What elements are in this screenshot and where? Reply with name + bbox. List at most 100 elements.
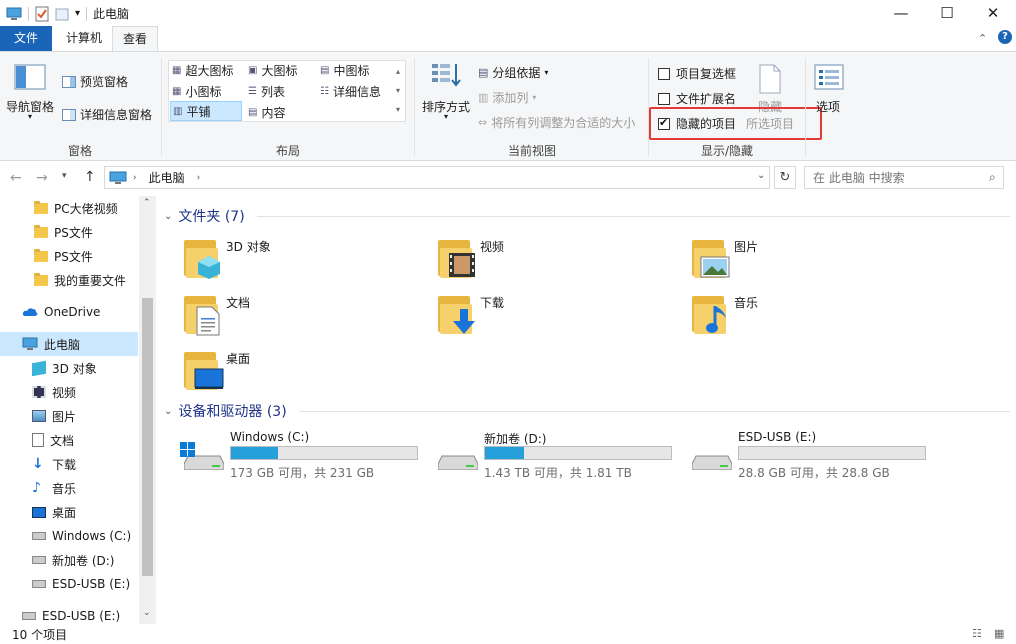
maximize-button[interactable]: ☐ xyxy=(924,0,970,26)
refresh-icon[interactable]: ↻ xyxy=(774,166,796,189)
drive-capacity: 1.43 TB 可用，共 1.81 TB xyxy=(484,466,632,480)
add-columns-button[interactable]: ▥ 添加列 ▾ xyxy=(478,89,536,106)
scroll-down-icon[interactable]: ⌄ xyxy=(143,608,151,618)
nav-scrollbar[interactable]: ⌃ ⌄ xyxy=(139,196,156,624)
scroll-up-icon[interactable]: ⌃ xyxy=(143,198,151,208)
large-icons-view-icon[interactable]: ▦ xyxy=(994,627,1004,640)
layout-content[interactable]: ▤ 内容 xyxy=(248,104,285,121)
nav-item[interactable]: Windows (C:) xyxy=(0,524,138,548)
pc-icon[interactable] xyxy=(6,7,22,21)
header-divider xyxy=(256,215,1010,217)
folder-tile[interactable]: 下载 xyxy=(434,290,674,342)
folder-tile[interactable]: 文档 xyxy=(180,290,420,342)
layout-list[interactable]: ☰ 列表 xyxy=(248,83,285,100)
options-label[interactable]: 选项 xyxy=(816,98,840,115)
file-extensions-checkbox[interactable] xyxy=(658,92,670,105)
options-icon xyxy=(814,64,844,90)
nav-item[interactable]: 视频 xyxy=(0,380,138,404)
item-checkboxes-option[interactable]: 项目复选框 xyxy=(658,65,736,82)
chevron-down-icon[interactable]: ▾ xyxy=(28,112,32,121)
recent-locations-icon[interactable]: ▾ xyxy=(62,171,67,181)
search-input[interactable] xyxy=(813,170,983,185)
tab-computer[interactable]: 计算机 xyxy=(56,26,112,51)
collapse-chevron-icon[interactable]: ⌄ xyxy=(164,406,172,417)
drive-tile[interactable]: ESD-USB (E:) 28.8 GB 可用，共 28.8 GB xyxy=(688,430,938,482)
chevron-down-icon[interactable]: ▾ xyxy=(444,112,448,121)
search-box[interactable]: ⌕ xyxy=(804,166,1004,189)
tab-view[interactable]: 查看 xyxy=(112,25,159,52)
layout-details[interactable]: ☷ 详细信息 xyxy=(320,83,381,100)
preview-pane-button[interactable]: 预览窗格 xyxy=(62,73,128,90)
folder-icon xyxy=(34,248,48,262)
nav-item-label: PS文件 xyxy=(54,225,93,240)
download-icon xyxy=(453,309,475,334)
chevron-right-icon[interactable]: › xyxy=(133,173,137,183)
folder-tile[interactable]: 视频 xyxy=(434,234,674,286)
collapse-ribbon-icon[interactable]: ⌃ xyxy=(978,32,987,45)
size-columns-button[interactable]: ⇔ 将所有列调整为合适的大小 xyxy=(478,114,635,131)
nav-item-this-pc[interactable]: 此电脑 xyxy=(0,332,138,356)
tiles-icon: ▥ xyxy=(173,105,183,117)
tab-file[interactable]: 文件 xyxy=(0,26,52,51)
scrollbar-thumb[interactable] xyxy=(142,298,153,576)
breadcrumb-this-pc[interactable]: 此电脑 xyxy=(149,169,185,186)
layout-tiles[interactable]: ▥ 平铺 xyxy=(170,101,242,121)
sort-by-button[interactable] xyxy=(430,62,462,95)
details-view-icon[interactable]: ☷ xyxy=(972,627,982,640)
item-checkboxes-checkbox[interactable] xyxy=(658,67,670,80)
minimize-button[interactable]: — xyxy=(878,0,924,26)
folder-tile[interactable]: 音乐 xyxy=(688,290,928,342)
close-button[interactable]: ✕ xyxy=(970,0,1016,26)
address-bar[interactable]: › 此电脑 › ⌄ xyxy=(104,166,770,189)
hide-selected-button[interactable] xyxy=(758,64,782,97)
folder-tile[interactable]: 桌面 xyxy=(180,346,420,398)
file-extensions-option[interactable]: 文件扩展名 xyxy=(658,90,736,107)
nav-pane-icon xyxy=(14,64,46,90)
group-by-button[interactable]: ▤ 分组依据 ▾ xyxy=(478,64,548,81)
layout-large-icons[interactable]: ▣ 大图标 xyxy=(248,62,297,79)
nav-item[interactable]: 我的重要文件 xyxy=(0,268,138,292)
folder-tile[interactable]: 图片 xyxy=(688,234,928,286)
nav-pane-button[interactable] xyxy=(14,64,46,95)
nav-item[interactable]: 新加卷 (D:) xyxy=(0,548,138,572)
content-icon: ▤ xyxy=(248,107,258,118)
properties-icon[interactable] xyxy=(35,6,49,22)
nav-item[interactable]: PS文件 xyxy=(0,244,138,268)
address-dropdown-icon[interactable]: ⌄ xyxy=(757,170,765,181)
nav-item-label: PS文件 xyxy=(54,249,93,264)
details-pane-button[interactable]: 详细信息窗格 xyxy=(62,106,152,123)
nav-item[interactable]: 文档 xyxy=(0,428,138,452)
customize-toolbar-icon[interactable]: ▾ xyxy=(75,8,80,19)
help-icon[interactable]: ? xyxy=(998,30,1012,44)
layout-scroll-arrows[interactable]: ▴ ▾ ▾ xyxy=(396,62,406,119)
up-arrow-icon[interactable]: ↑ xyxy=(84,169,96,185)
layout-small-icons[interactable]: ▦ 小图标 xyxy=(172,83,221,100)
drive-tile[interactable]: Windows (C:) 173 GB 可用，共 231 GB xyxy=(180,430,430,482)
folders-group-header[interactable]: ⌄ 文件夹 (7) xyxy=(164,206,1010,226)
collapse-chevron-icon[interactable]: ⌄ xyxy=(164,211,172,222)
desktop-icon xyxy=(194,368,224,389)
nav-item[interactable]: PC大佬视频 xyxy=(0,196,138,220)
nav-item[interactable]: ESD-USB (E:) xyxy=(0,572,138,596)
large-icons-icon: ▣ xyxy=(248,65,258,76)
nav-item[interactable]: PS文件 xyxy=(0,220,138,244)
hide-selected-icon xyxy=(759,64,781,94)
new-folder-icon[interactable] xyxy=(55,6,69,22)
nav-item[interactable]: 图片 xyxy=(0,404,138,428)
back-arrow-icon[interactable]: ← xyxy=(10,170,22,186)
nav-item[interactable]: ♪ 音乐 xyxy=(0,476,138,500)
search-icon[interactable]: ⌕ xyxy=(989,170,996,185)
drives-group-header[interactable]: ⌄ 设备和驱动器 (3) xyxy=(164,401,1010,421)
layout-xlarge-icons[interactable]: ▦ 超大图标 xyxy=(172,62,233,79)
layout-medium-icons[interactable]: ▤ 中图标 xyxy=(320,62,369,79)
nav-item[interactable]: 3D 对象 xyxy=(0,356,138,380)
drive-tile[interactable]: 新加卷 (D:) 1.43 TB 可用，共 1.81 TB xyxy=(434,430,684,482)
forward-arrow-icon[interactable]: → xyxy=(36,170,48,186)
options-button[interactable] xyxy=(814,64,844,93)
nav-item[interactable]: 桌面 xyxy=(0,500,138,524)
nav-item-label: OneDrive xyxy=(44,305,101,319)
chevron-right-icon[interactable]: › xyxy=(197,173,201,183)
folder-tile[interactable]: 3D 对象 xyxy=(180,234,420,286)
nav-item-onedrive[interactable]: OneDrive xyxy=(0,300,138,324)
nav-item[interactable]: ↓ 下载 xyxy=(0,452,138,476)
